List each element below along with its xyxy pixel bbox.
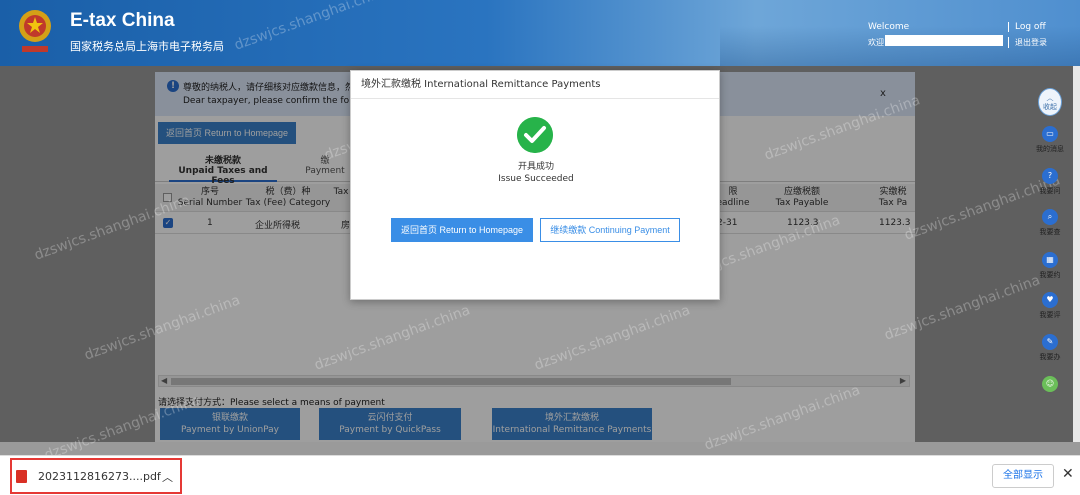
download-filename: 2023112816273....pdf [38,470,161,483]
sidebar-item-ask[interactable]: ? 我要问 [1030,168,1070,196]
check-circle-icon [517,117,553,153]
vertical-scrollbar[interactable] [1073,66,1080,442]
sidebar-item-label: 我要约 [1039,271,1061,279]
national-emblem-icon [19,10,51,52]
right-sidebar: ︿ 收起 ▭ 我的消息 ? 我要问 ⌕ 我要查 ▦ 我要约 ♥ 我要评 ✎ 我要… [1030,88,1070,418]
site-subtitle: 国家税务总局上海市电子税务局 [70,40,224,53]
dialog-return-home-button[interactable]: 返回首页 Return to Homepage [391,218,533,242]
sidebar-item-appointment[interactable]: ▦ 我要约 [1030,252,1070,280]
sidebar-item-label: 我要问 [1039,187,1061,195]
sidebar-item-label: 我要评 [1039,311,1061,319]
calendar-icon: ▦ [1042,252,1058,268]
sidebar-item-messages[interactable]: ▭ 我的消息 [1030,126,1070,154]
collapse-label: 收起 [1043,103,1057,111]
sidebar-mascot[interactable]: ☺ [1030,376,1070,392]
sidebar-item-handle[interactable]: ✎ 我要办 [1030,334,1070,362]
sidebar-item-query[interactable]: ⌕ 我要查 [1030,209,1070,237]
site-header: E-tax China 国家税务总局上海市电子税务局 Welcome 欢迎 Lo… [0,0,1080,66]
chevron-up-icon[interactable]: ︿ [162,469,173,485]
site-title: E-tax China [70,10,175,31]
rating-icon: ♥ [1042,292,1058,308]
close-icon[interactable]: ✕ [1062,466,1074,482]
redacted-username [885,35,1003,46]
success-message-cn: 开具成功 [517,162,554,172]
dialog-continue-payment-button[interactable]: 继续缴款 Continuing Payment [540,218,680,242]
chevron-up-icon: ︿ [1046,94,1054,102]
pdf-file-icon [16,470,27,483]
sidebar-item-label: 我的消息 [1036,145,1064,153]
download-item[interactable]: 2023112816273....pdf ︿ [10,458,182,494]
dialog-title: 境外汇款缴税 International Remittance Payments [351,71,719,99]
show-all-downloads-button[interactable]: 全部显示 [992,464,1054,488]
sidebar-collapse-button[interactable]: ︿ 收起 [1038,88,1062,116]
logoff-link-cn[interactable]: 退出登录 [1008,37,1047,48]
sidebar-item-label: 我要查 [1039,228,1061,236]
welcome-label-cn: 欢迎 [868,38,884,47]
sidebar-item-label: 我要办 [1039,353,1061,361]
logoff-link[interactable]: Log off [1008,22,1046,32]
success-message-en: Issue Succeeded [498,174,574,184]
download-bar: 2023112816273....pdf ︿ 全部显示 ✕ [0,455,1080,495]
message-icon: ▭ [1042,126,1058,142]
mascot-icon: ☺ [1042,376,1058,392]
welcome-label: Welcome [868,22,910,32]
search-icon: ⌕ [1042,209,1058,225]
remittance-dialog: 境外汇款缴税 International Remittance Payments… [350,70,720,300]
edit-icon: ✎ [1042,334,1058,350]
sidebar-item-rate[interactable]: ♥ 我要评 [1030,292,1070,320]
question-icon: ? [1042,168,1058,184]
